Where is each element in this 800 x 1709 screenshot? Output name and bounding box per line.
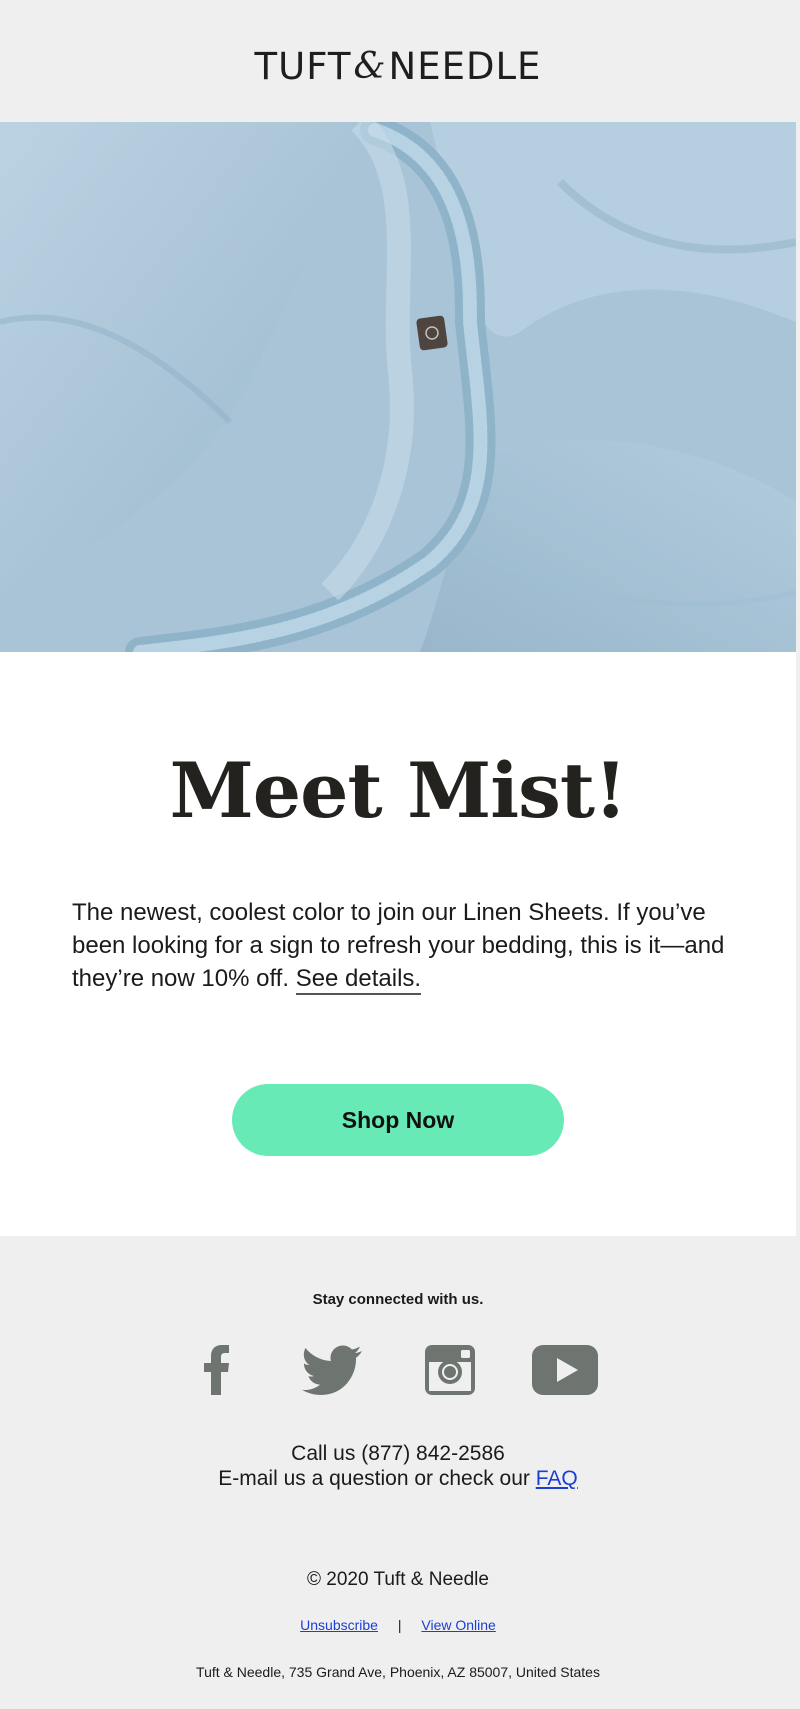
view-online-link[interactable]: View Online — [421, 1617, 495, 1633]
logo-ampersand: & — [353, 45, 387, 87]
facebook-icon[interactable] — [204, 1345, 230, 1400]
brand-logo[interactable]: TUFT & NEEDLE — [255, 45, 542, 88]
body-paragraph: The newest, coolest color to join our Li… — [72, 896, 732, 995]
stay-connected-heading: Stay connected with us. — [312, 1291, 484, 1308]
email-line: E-mail us a question or check our FAQ — [0, 1466, 796, 1491]
social-links — [0, 1341, 796, 1401]
shop-now-button[interactable]: Shop Now — [232, 1084, 564, 1156]
footer-links: Unsubscribe | View Online — [0, 1617, 796, 1633]
copyright: © 2020 Tuft & Needle — [307, 1569, 489, 1590]
faq-link[interactable]: FAQ — [536, 1467, 578, 1490]
phone-line: Call us (877) 842-2586 — [291, 1442, 505, 1465]
contact-info: Call us (877) 842-2586 E-mail us a quest… — [0, 1441, 796, 1491]
company-address: Tuft & Needle, 735 Grand Ave, Phoenix, A… — [196, 1664, 600, 1680]
link-separator: | — [397, 1617, 402, 1633]
see-details-link[interactable]: See details. — [295, 965, 422, 995]
logo-text-needle: NEEDLE — [388, 44, 542, 88]
page-title: Meet Mist! — [169, 746, 628, 835]
email-header: TUFT & NEEDLE — [0, 0, 796, 122]
email-footer: Stay connected with us. Call us (877) 84… — [0, 1236, 796, 1709]
unsubscribe-link[interactable]: Unsubscribe — [300, 1617, 378, 1633]
email-container: TUFT & NEEDLE Meet Mist! The newest, coo… — [0, 0, 796, 1709]
instagram-icon[interactable] — [425, 1345, 475, 1400]
hero-linen-illustration — [0, 122, 796, 652]
hero-image[interactable] — [0, 122, 796, 652]
logo-text-tuft: TUFT — [254, 44, 352, 88]
email-line-text: E-mail us a question or check our — [218, 1467, 536, 1490]
twitter-icon[interactable] — [302, 1345, 362, 1400]
main-content: Meet Mist! The newest, coolest color to … — [0, 652, 796, 1236]
youtube-icon[interactable] — [532, 1345, 598, 1400]
